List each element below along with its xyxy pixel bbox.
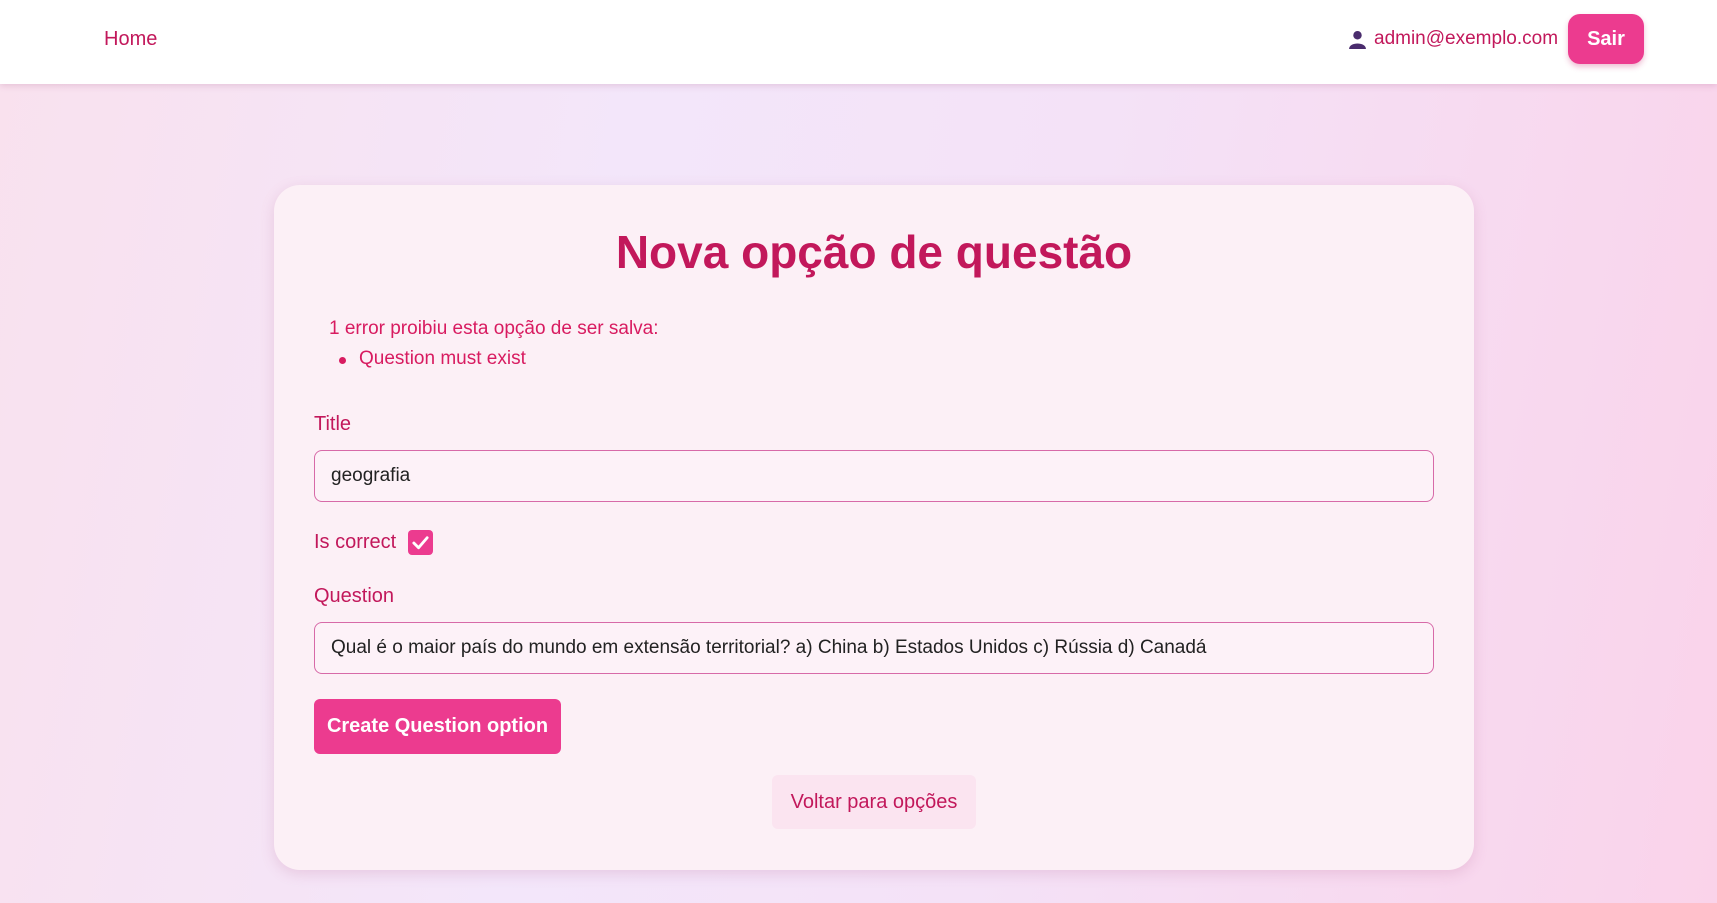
home-link[interactable]: Home <box>104 28 157 51</box>
logout-button[interactable]: Sair <box>1568 14 1644 64</box>
page-title: Nova opção de questão <box>615 226 1133 278</box>
error-header: 1 error proibiu esta opção de ser salva: <box>329 318 659 339</box>
question-label: Question <box>314 585 395 607</box>
error-list: Question must exist <box>329 348 659 370</box>
question-input[interactable]: Qual é o maior país do mundo em extensão… <box>314 622 1434 674</box>
user-email: admin@exemplo.com <box>1374 28 1559 49</box>
title-input[interactable]: geografia <box>314 450 1434 502</box>
checkmark-icon <box>412 536 429 550</box>
create-question-option-button[interactable]: Create Question option <box>314 699 561 754</box>
error-explanation: 1 error proibiu esta opção de ser salva:… <box>329 318 659 370</box>
user-icon <box>1349 30 1366 49</box>
title-label: Title <box>314 413 352 435</box>
form-card: Nova opção de questão 1 error proibiu es… <box>274 185 1474 870</box>
user-info: admin@exemplo.com <box>1349 28 1558 50</box>
error-item: Question must exist <box>339 348 659 370</box>
is-correct-label: Is correct <box>314 531 397 553</box>
back-to-options-link[interactable]: Voltar para opções <box>772 775 976 829</box>
top-navbar: Home admin@exemplo.com Sair <box>0 0 1717 84</box>
is-correct-checkbox[interactable] <box>408 530 433 555</box>
